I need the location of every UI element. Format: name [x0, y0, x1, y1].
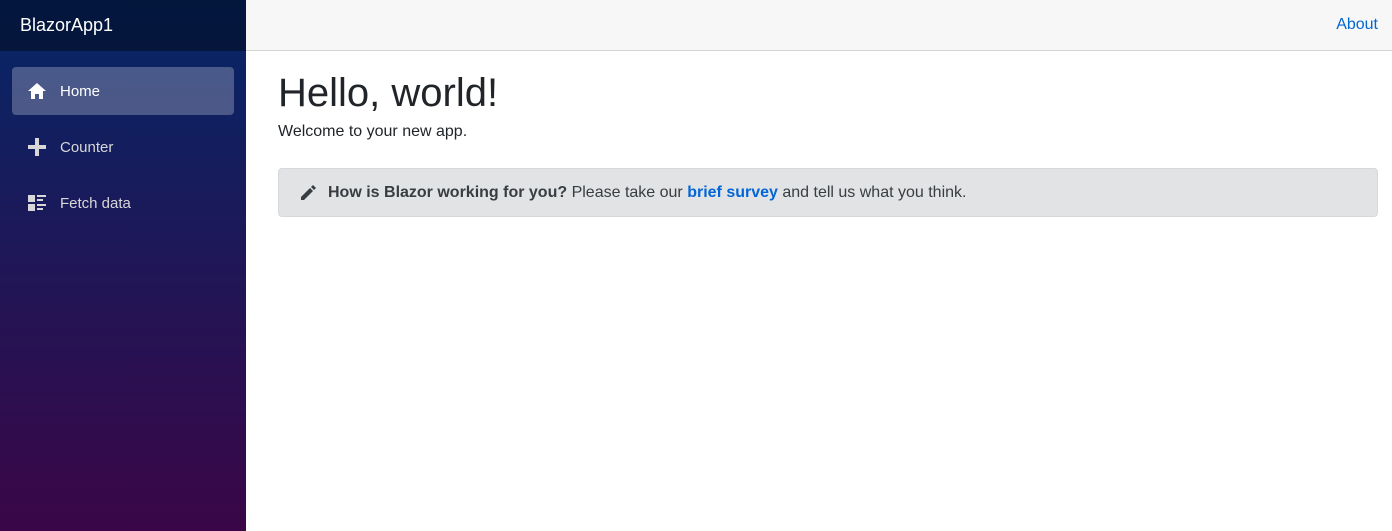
- sidebar-item-home[interactable]: Home: [12, 67, 234, 115]
- survey-prefix: Please take our: [567, 183, 688, 201]
- sidebar-item-label: Counter: [60, 138, 114, 156]
- sidebar-item-label: Home: [60, 82, 101, 100]
- survey-link[interactable]: brief survey: [687, 184, 778, 201]
- survey-prompt: How is Blazor working for you? Please ta…: [278, 168, 1378, 217]
- plus-icon: [26, 136, 48, 158]
- list-rich-icon: [26, 192, 48, 214]
- survey-question: How is Blazor working for you?: [328, 183, 568, 201]
- nav-menu: Home Counter Fetch data: [0, 51, 246, 227]
- sidebar-item-fetch-data[interactable]: Fetch data: [12, 179, 234, 227]
- welcome-text: Welcome to your new app.: [278, 123, 468, 140]
- pencil-icon: [299, 184, 317, 202]
- sidebar: BlazorApp1 Home Counter Fetch data: [0, 0, 246, 531]
- main-area: About Hello, world! Welcome to your new …: [246, 0, 1392, 531]
- top-bar: About: [246, 0, 1392, 51]
- about-link[interactable]: About: [1336, 16, 1378, 34]
- page-title: Hello, world!: [278, 71, 499, 115]
- home-icon: [26, 80, 48, 102]
- content: Hello, world! Welcome to your new app. H…: [246, 51, 1392, 217]
- app-root: BlazorApp1 Home Counter Fetch data About…: [0, 0, 1392, 531]
- sidebar-item-counter[interactable]: Counter: [12, 123, 234, 171]
- brand-bar: BlazorApp1: [0, 0, 246, 51]
- sidebar-item-label: Fetch data: [60, 194, 131, 212]
- survey-suffix: and tell us what you think.: [777, 183, 967, 201]
- brand-link[interactable]: BlazorApp1: [20, 15, 113, 36]
